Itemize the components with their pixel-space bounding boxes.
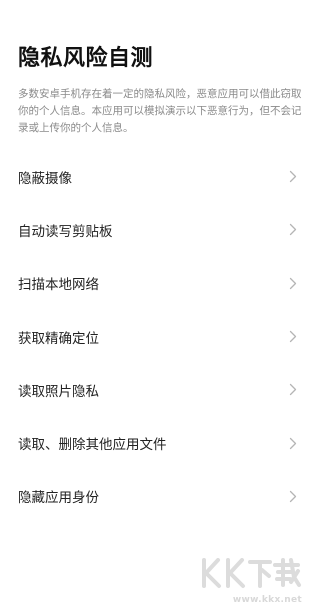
menu-item-label: 自动读写剪贴板 bbox=[18, 223, 113, 240]
menu-item-scan-network[interactable]: 扫描本地网络 bbox=[0, 257, 320, 310]
menu-item-label: 隐藏应用身份 bbox=[18, 490, 99, 507]
chevron-right-icon bbox=[288, 170, 298, 184]
menu-item-label: 扫描本地网络 bbox=[18, 277, 99, 294]
chevron-right-icon bbox=[288, 436, 298, 450]
privacy-risk-test-page: 隐私风险自测 多数安卓手机存在着一定的隐私风险，恶意应用可以借此窃取你的个人信息… bbox=[0, 0, 320, 615]
menu-item-label: 读取照片隐私 bbox=[18, 383, 99, 400]
test-item-list: 隐蔽摄像 自动读写剪贴板 扫描本地网络 获取精确定位 读取照片隐私 读取、删除其… bbox=[0, 150, 320, 523]
chevron-right-icon bbox=[288, 223, 298, 237]
watermark-logo: www.kkx.net bbox=[198, 555, 302, 605]
watermark-url: www.kkx.net bbox=[232, 595, 302, 605]
menu-item-clipboard[interactable]: 自动读写剪贴板 bbox=[0, 203, 320, 256]
menu-item-hidden-camera[interactable]: 隐蔽摄像 bbox=[0, 150, 320, 203]
menu-item-label: 读取、删除其他应用文件 bbox=[18, 437, 167, 454]
page-title: 隐私风险自测 bbox=[18, 46, 154, 71]
menu-item-label: 获取精确定位 bbox=[18, 330, 99, 347]
menu-item-precise-location[interactable]: 获取精确定位 bbox=[0, 310, 320, 363]
page-description: 多数安卓手机存在着一定的隐私风险，恶意应用可以借此窃取你的个人信息。本应用可以模… bbox=[18, 88, 302, 134]
menu-item-hide-app-identity[interactable]: 隐藏应用身份 bbox=[0, 470, 320, 523]
chevron-right-icon bbox=[288, 489, 298, 503]
chevron-right-icon bbox=[288, 276, 298, 290]
chevron-right-icon bbox=[288, 383, 298, 397]
menu-item-label: 隐蔽摄像 bbox=[18, 170, 72, 187]
kk-download-logo-icon bbox=[202, 558, 301, 588]
menu-item-other-app-files[interactable]: 读取、删除其他应用文件 bbox=[0, 416, 320, 469]
chevron-right-icon bbox=[288, 330, 298, 344]
menu-item-photo-privacy[interactable]: 读取照片隐私 bbox=[0, 363, 320, 416]
